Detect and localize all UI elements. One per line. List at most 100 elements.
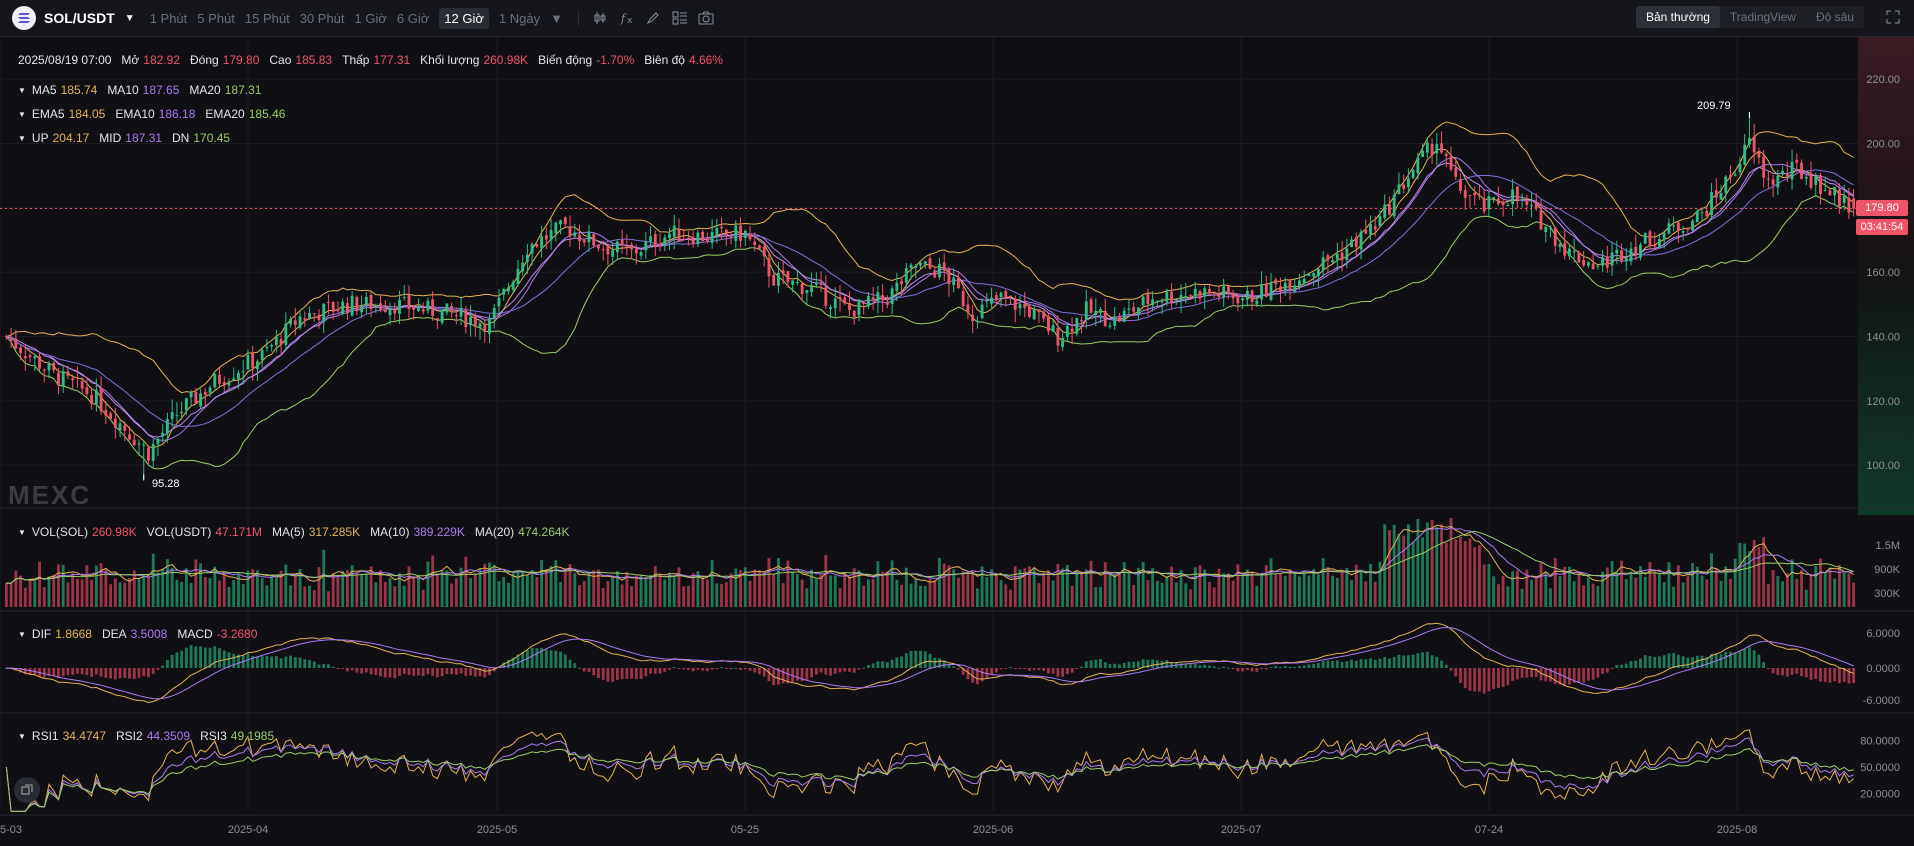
macd-bar xyxy=(829,668,832,676)
volume-bar xyxy=(1226,573,1230,607)
ema-legend[interactable]: ▼ EMA5 184.05 EMA10 186.18 EMA20 185.46 xyxy=(18,107,289,121)
macd-legend[interactable]: ▼ DIF 1.8668 DEA 3.5008 MACD -3.2680 xyxy=(18,627,261,641)
candle xyxy=(914,266,918,268)
boll-up-label: UP xyxy=(31,131,49,145)
price-tick: 100.00 xyxy=(1866,460,1900,472)
candle xyxy=(42,369,46,371)
candle xyxy=(1160,301,1164,303)
camera-icon[interactable] xyxy=(693,11,719,25)
macd-bar xyxy=(1473,668,1477,692)
candle xyxy=(800,283,804,295)
volume-bar xyxy=(1335,577,1339,607)
fx-icon[interactable]: fx xyxy=(615,11,641,25)
macd-bar xyxy=(824,668,828,675)
vol-usdt-value: 47.171M xyxy=(215,525,263,539)
candle xyxy=(682,238,686,240)
macd-bar xyxy=(843,668,847,672)
boll-legend[interactable]: ▼ UP 204.17 MID 187.31 DN 170.45 xyxy=(18,131,234,145)
tf-1d[interactable]: 1 Ngày xyxy=(499,11,540,26)
close-label: Đóng xyxy=(190,53,219,67)
rsi-legend[interactable]: ▼ RSI1 34.4747 RSI2 44.3509 RSI3 49.1985 xyxy=(18,729,278,743)
pair-dropdown-icon[interactable]: ▼ xyxy=(125,13,135,24)
volume-bar xyxy=(118,582,122,607)
volume-bar xyxy=(289,585,292,607)
macd-bar xyxy=(691,668,695,672)
volume-bar xyxy=(1634,577,1638,607)
candle xyxy=(525,254,529,262)
tf-30m[interactable]: 30 Phút xyxy=(300,11,345,26)
reset-view-icon[interactable] xyxy=(14,777,40,803)
candle xyxy=(1591,263,1595,269)
macd-bar xyxy=(1790,668,1794,675)
volume-bar xyxy=(4,583,8,607)
candle xyxy=(696,232,700,245)
candle xyxy=(1070,328,1074,332)
macd-bar xyxy=(1482,668,1486,694)
volume-bar xyxy=(620,584,624,607)
macd-bar xyxy=(1193,663,1197,668)
view-standard-button[interactable]: Bản thường xyxy=(1635,6,1720,28)
tf-5m[interactable]: 5 Phút xyxy=(197,11,235,26)
volume-bar xyxy=(208,578,212,607)
candle xyxy=(1719,193,1723,200)
view-depth-button[interactable]: Độ sâu xyxy=(1806,6,1864,28)
volume-bar xyxy=(971,571,975,607)
collapse-icon[interactable]: ▼ xyxy=(18,86,26,95)
indicator-icon[interactable] xyxy=(589,11,615,25)
macd-bar xyxy=(753,668,757,673)
candle xyxy=(1198,291,1202,299)
collapse-icon[interactable]: ▼ xyxy=(18,528,26,537)
candle xyxy=(1364,229,1368,234)
candle xyxy=(1293,285,1297,292)
kline-chart[interactable]: 100.00120.00140.00160.00180.00200.00220.… xyxy=(0,37,1914,846)
macd-bar xyxy=(814,668,818,675)
volume-bar xyxy=(938,557,941,607)
pencil-icon[interactable] xyxy=(641,11,667,25)
macd-bar xyxy=(473,668,477,677)
candle xyxy=(1847,198,1851,213)
candle xyxy=(1056,328,1060,346)
volume-bar xyxy=(1681,582,1685,607)
layout-icon[interactable] xyxy=(667,11,693,25)
candle xyxy=(1487,196,1491,210)
candle xyxy=(1800,162,1803,179)
tf-12h[interactable]: 12 Giờ xyxy=(439,7,489,29)
candle xyxy=(867,295,870,307)
collapse-icon[interactable]: ▼ xyxy=(18,732,26,741)
volume-bar xyxy=(1364,581,1368,607)
tf-1h[interactable]: 1 Giờ xyxy=(355,11,387,26)
view-tradingview-button[interactable]: TradingView xyxy=(1720,6,1806,28)
volume-bar xyxy=(1572,581,1576,607)
volume-bar xyxy=(1496,584,1500,607)
candle xyxy=(1179,295,1183,301)
tf-15m[interactable]: 15 Phút xyxy=(245,11,290,26)
tf-6h[interactable]: 6 Giờ xyxy=(397,11,429,26)
collapse-icon[interactable]: ▼ xyxy=(18,134,26,143)
collapse-icon[interactable]: ▼ xyxy=(18,110,26,119)
candle xyxy=(521,262,525,272)
collapse-icon[interactable]: ▼ xyxy=(18,630,26,639)
tf-1m[interactable]: 1 Phút xyxy=(150,11,188,26)
solana-logo-icon xyxy=(12,6,36,30)
ma-legend[interactable]: ▼ MA5 185.74 MA10 187.65 MA20 187.31 xyxy=(18,83,265,97)
volume-legend[interactable]: ▼ VOL(SOL) 260.98K VOL(USDT) 47.171M MA(5)… xyxy=(18,525,574,539)
candle xyxy=(1804,176,1808,179)
tf-more-dropdown-icon[interactable]: ▼ xyxy=(550,11,563,26)
candle xyxy=(147,447,150,461)
volume-bar xyxy=(1321,558,1325,607)
candle xyxy=(1108,325,1112,327)
volume-bar xyxy=(1146,580,1150,607)
volume-bar xyxy=(540,560,544,607)
last-price-tag: 179.80 xyxy=(1856,200,1908,216)
volume-bar xyxy=(1051,580,1055,607)
volume-bar xyxy=(1264,565,1268,607)
macd-bar xyxy=(1615,664,1619,668)
rsi1-value: 34.4747 xyxy=(62,729,106,743)
macd-bar xyxy=(1250,668,1254,672)
candle xyxy=(407,294,411,309)
volume-bar xyxy=(649,574,652,607)
fullscreen-icon[interactable] xyxy=(1886,10,1900,27)
candle xyxy=(786,271,790,283)
macd-bar xyxy=(1179,663,1183,668)
volume-bar xyxy=(1293,572,1297,607)
